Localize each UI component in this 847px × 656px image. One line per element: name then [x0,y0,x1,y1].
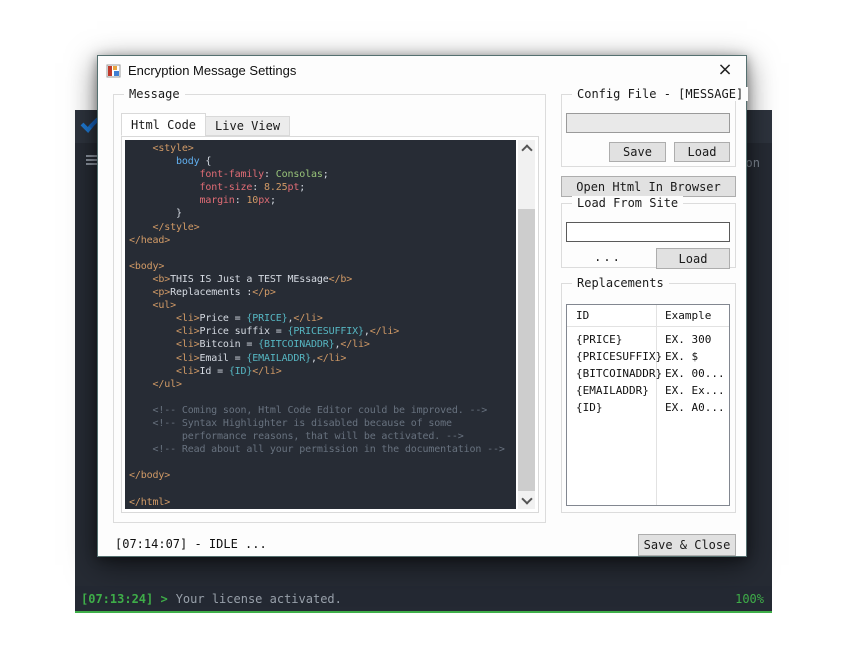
replacement-row[interactable]: {BITCOINADDR}EX. 00... [567,366,729,383]
code-line: <!-- Coming soon, Html Code Editor could… [129,404,516,417]
replacement-row[interactable]: {ID} EX. A0... [567,400,729,417]
code-line: <li>Price suffix = {PRICESUFFIX},</li> [129,325,516,338]
dialog-status-label: [07:14:07] - IDLE ... [115,537,267,551]
code-line [129,482,516,495]
code-line: body { [129,155,516,168]
tab-strip: Html CodeLive View [121,113,289,136]
browse-button[interactable]: ... [585,248,631,266]
tab-live-view[interactable]: Live View [205,116,290,136]
code-line: <li>Id = {ID}</li> [129,365,516,378]
replacement-id: {EMAILADDR} [576,384,649,397]
app-status-message: Your license activated. [176,592,342,606]
close-icon[interactable]: × [708,56,742,86]
scrollbar-thumb[interactable] [518,209,535,491]
code-line: </html> [129,496,516,509]
replacement-example: EX. 300 [665,333,711,346]
site-url-input[interactable] [566,222,730,242]
scrollbar-down-icon[interactable] [518,492,535,509]
replacements-table-header[interactable]: ID Example [567,305,729,327]
replacement-id: {PRICESUFFIX} [576,350,662,363]
config-file-group-label: Config File - [MESSAGE] [572,87,748,101]
column-header-example[interactable]: Example [665,309,711,322]
code-editor[interactable]: <style> body { font-family: Consolas; fo… [125,140,516,509]
replacement-example: EX. $ [665,350,698,363]
code-line: } [129,207,516,220]
code-line: </style> [129,221,516,234]
site-load-button[interactable]: Load [656,248,730,269]
replacement-id: {PRICE} [576,333,622,346]
tab-panel-html-code: <style> body { font-family: Consolas; fo… [121,136,539,513]
code-line: </body> [129,469,516,482]
code-line [129,391,516,404]
message-group-label: Message [124,87,185,101]
code-line: font-family: Consolas; [129,168,516,181]
dialog-title: Encryption Message Settings [128,63,296,78]
replacement-id: {BITCOINADDR} [576,367,662,380]
replacement-example: EX. Ex... [665,384,725,397]
code-line: <li>Price = {PRICE},</li> [129,312,516,325]
dialog-encryption-message-settings: Encryption Message Settings × Message Ht… [97,55,747,557]
config-file-input[interactable] [566,113,730,133]
code-line: <li>Email = {EMAILADDR},</li> [129,352,516,365]
form-icon [106,63,122,79]
config-save-button[interactable]: Save [609,142,666,162]
replacement-row[interactable]: {EMAILADDR} EX. Ex... [567,383,729,400]
dialog-title-bar[interactable]: Encryption Message Settings × [98,56,746,86]
code-line: <li>Bitcoin = {BITCOINADDR},</li> [129,338,516,351]
code-line: <!-- Syntax Highlighter is disabled beca… [129,417,516,430]
replacement-example: EX. A0... [665,401,725,414]
replacements-group-label: Replacements [572,276,669,290]
code-line: <style> [129,142,516,155]
load-from-site-group-label: Load From Site [572,196,683,210]
code-line: </head> [129,234,516,247]
scrollbar-up-icon[interactable] [518,140,535,157]
app-status-bar: [07:13:24] > Your license activated. 100… [75,586,772,613]
replacements-rows: {PRICE}EX. 300{PRICESUFFIX}EX. ${BITCOIN… [567,332,729,417]
code-line: <ul> [129,299,516,312]
code-line: <b>THIS IS Just a TEST MEssage</b> [129,273,516,286]
replacement-row[interactable]: {PRICE} EX. 300 [567,332,729,349]
app-status-progress: 100% [735,592,764,606]
app-status-timestamp: [07:13:24] > [81,592,168,606]
replacement-example: EX. 00... [665,367,725,380]
open-html-in-browser-button[interactable]: Open Html In Browser [561,176,736,197]
config-load-button[interactable]: Load [674,142,730,162]
replacement-id: {ID} [576,401,603,414]
code-line: <body> [129,260,516,273]
replacement-row[interactable]: {PRICESUFFIX}EX. $ [567,349,729,366]
code-line [129,247,516,260]
code-line: </ul> [129,378,516,391]
tab-html-code[interactable]: Html Code [121,113,206,136]
column-header-id[interactable]: ID [576,309,589,322]
code-line [129,456,516,469]
code-line: margin: 10px; [129,194,516,207]
editor-scrollbar[interactable] [518,140,535,509]
code-line: <!-- Read about all your permission in t… [129,443,516,456]
replacements-table: ID Example {PRICE}EX. 300{PRICESUFFIX}EX… [566,304,730,506]
code-line: font-size: 8.25pt; [129,181,516,194]
code-line: <p>Replacements :</p> [129,286,516,299]
background-partial-text: on [746,156,760,170]
code-line: performance reasons, that will be activa… [129,430,516,443]
save-and-close-button[interactable]: Save & Close [638,534,736,556]
